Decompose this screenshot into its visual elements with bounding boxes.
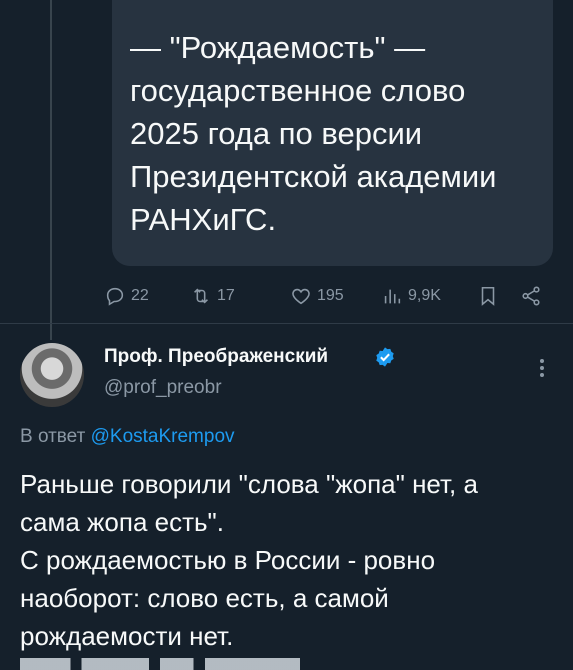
verified-badge-icon: [376, 347, 394, 367]
like-button[interactable]: 195: [290, 280, 344, 312]
share-button[interactable]: [520, 280, 542, 312]
quoted-tweet-text: — "Рождаемость" — государственное слово …: [130, 30, 497, 237]
reply-count: 22: [131, 287, 149, 304]
views-icon: [384, 289, 401, 304]
author-name[interactable]: Проф. Преображенский: [104, 346, 328, 368]
bookmark-button[interactable]: [477, 280, 499, 312]
more-options-icon[interactable]: [532, 356, 552, 384]
views-count: 9,9K: [408, 287, 441, 304]
reply-to-link[interactable]: @KostaKrempov: [91, 426, 235, 447]
retweet-count: 17: [217, 287, 235, 304]
retweet-button[interactable]: 17: [190, 280, 235, 312]
heart-icon: [292, 288, 310, 305]
reply-to-line: В ответ @KostaKrempov: [20, 426, 235, 448]
reply-to-prefix: В ответ: [20, 426, 86, 447]
like-count: 195: [317, 287, 344, 304]
bookmark-icon: [481, 286, 495, 306]
share-icon: [522, 286, 540, 306]
tweet-actions-bar: 22 17 195 9,9K: [0, 280, 573, 312]
tweet-text: Раньше говорили "слова "жопа" нет, а сам…: [20, 469, 478, 651]
reply-icon: [106, 287, 124, 306]
divider: [0, 323, 573, 324]
retweet-icon: [194, 288, 208, 304]
reply-button[interactable]: 22: [104, 280, 149, 312]
avatar[interactable]: [20, 343, 84, 407]
author-handle[interactable]: @prof_preobr: [104, 377, 222, 399]
truncated-timestamp-line: [20, 658, 300, 670]
views-button[interactable]: 9,9K: [381, 280, 441, 312]
